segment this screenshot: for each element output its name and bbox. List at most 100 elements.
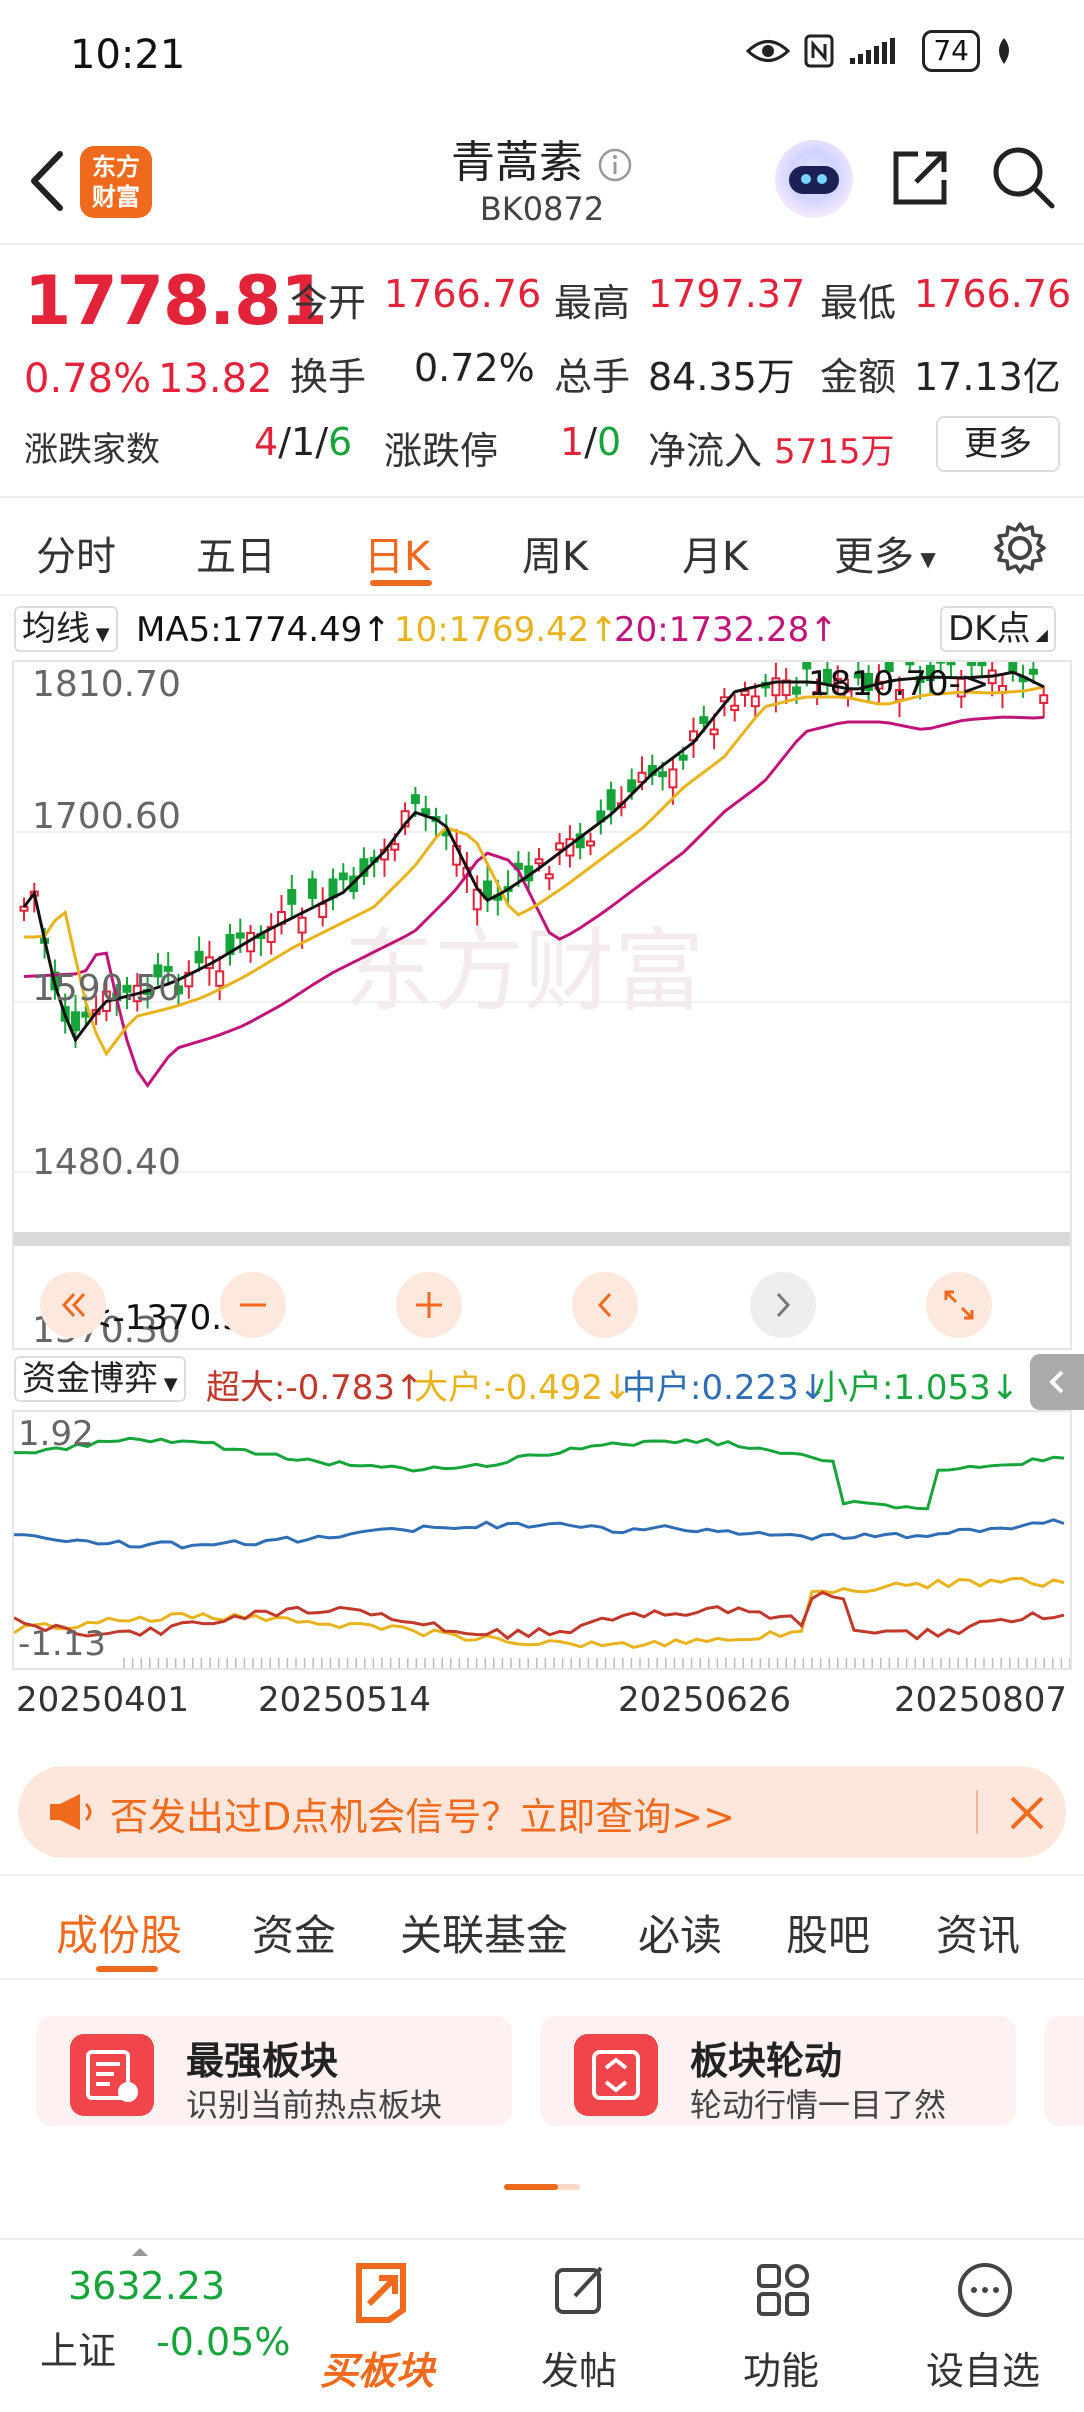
candle — [606, 789, 616, 811]
share-icon[interactable] — [888, 146, 952, 210]
fullscreen-button[interactable] — [926, 1272, 992, 1338]
candle — [534, 858, 544, 865]
x-label-2: 20250514 — [258, 1680, 432, 1720]
medium-flow-line — [14, 1518, 1065, 1550]
dropdown-arrow-icon: ▼ — [914, 547, 936, 571]
scroll-right-button[interactable] — [750, 1272, 816, 1338]
candle — [792, 686, 801, 695]
fund-flow-chart[interactable]: 1.92 -1.13 — [12, 1410, 1072, 1670]
section-tabs: 成份股 资金 关联基金 必读 股吧 资讯 — [0, 1874, 1084, 1980]
limit-label: 涨跌停 — [384, 429, 499, 473]
candle — [215, 970, 225, 987]
zoom-out-button[interactable] — [220, 1272, 286, 1338]
change-amount: 13.82 — [158, 356, 273, 402]
flow-y-bottom: -1.13 — [18, 1624, 106, 1664]
search-icon[interactable] — [990, 144, 1056, 210]
x-label-1: 20250401 — [16, 1680, 190, 1720]
post-button[interactable]: 发帖 — [504, 2240, 654, 2412]
battery-indicator: 74 — [922, 30, 980, 72]
zoom-in-button[interactable] — [396, 1272, 462, 1338]
tab-funds[interactable]: 资金 — [252, 1902, 336, 1963]
small-flow-line — [14, 1436, 1065, 1511]
scroll-track[interactable] — [14, 1232, 1070, 1246]
edit-icon — [555, 2266, 603, 2314]
stock-header: 东方 财富 青蒿素 BK0872 — [0, 110, 1084, 245]
amount-label: 金额 — [820, 355, 897, 399]
banner-text: 否发出过D点机会信号？立即查询>> — [110, 1795, 735, 1839]
candle — [936, 662, 946, 664]
candle — [658, 771, 668, 778]
low-value: 1766.76 — [914, 272, 1072, 316]
candle — [1028, 668, 1038, 675]
tab-monthly-k[interactable]: 月K — [682, 524, 748, 582]
candle — [421, 808, 431, 816]
tab-intraday[interactable]: 分时 — [36, 524, 116, 582]
card-strongest-sector[interactable]: 最强板块 识别当前热点板块 — [36, 2016, 512, 2126]
buy-sector-button[interactable]: 买板块 — [302, 2240, 452, 2412]
turnover-value: 0.72% — [414, 346, 535, 390]
large-flow-line — [14, 1576, 1065, 1649]
fund-flow-row: 资金博弈 ▼ 超大:-0.783↑ 大户:-0.492↓ 中户:0.223↓ 小… — [0, 1354, 1084, 1410]
candle — [730, 704, 740, 712]
ma-indicator-row: 均线 ▼ MA5:1774.49↑ 10:1769.42↑ 20:1732.28… — [0, 600, 1084, 656]
fund-flow-svg — [14, 1436, 1070, 1668]
high-value: 1797.37 — [648, 272, 806, 316]
index-value: 3632.23 — [68, 2264, 226, 2308]
tab-five-day[interactable]: 五日 — [196, 524, 276, 582]
card-peek[interactable] — [1044, 2016, 1084, 2126]
open-label: 今开 — [290, 281, 367, 325]
promo-banner[interactable]: 否发出过D点机会信号？立即查询>> — [18, 1766, 1066, 1858]
sector-rotation-icon — [574, 2034, 658, 2116]
card-sector-rotation[interactable]: 板块轮动 轮动行情一目了然 — [540, 2016, 1016, 2126]
scroll-left-fast-button[interactable] — [40, 1272, 106, 1338]
functions-button[interactable]: 功能 — [706, 2240, 856, 2412]
candle — [71, 1011, 80, 1032]
candle — [390, 843, 400, 851]
candle — [297, 916, 307, 934]
settings-gear-icon[interactable] — [992, 520, 1048, 576]
tab-constituents[interactable]: 成份股 — [56, 1902, 182, 1963]
add-watchlist-button[interactable]: 设自选 — [908, 2240, 1058, 2412]
grid-icon — [757, 2264, 809, 2316]
scroll-left-button[interactable] — [572, 1272, 638, 1338]
candle — [555, 842, 565, 851]
dk-point-toggle[interactable]: DK点 ◢ — [940, 606, 1056, 652]
tab-must-read[interactable]: 必读 — [638, 1902, 722, 1963]
tab-news[interactable]: 资讯 — [936, 1902, 1020, 1963]
kline-chart[interactable]: 东方财富 1810.70 1700.60 1590.50 1480.40 137… — [12, 660, 1072, 1351]
info-icon[interactable] — [597, 147, 633, 183]
limit-counts: 1/0 — [560, 420, 622, 464]
close-icon[interactable] — [1008, 1794, 1046, 1832]
low-label: 最低 — [820, 281, 897, 325]
high-label: 最高 — [554, 281, 631, 325]
y-label-1: 1810.70 — [32, 664, 181, 705]
updown-label: 涨跌家数 — [24, 430, 160, 470]
tab-more[interactable]: 更多 ▼ — [834, 524, 936, 582]
change-percent: 0.78% — [24, 356, 152, 402]
buy-sector-icon — [356, 2263, 406, 2323]
tab-daily-k[interactable]: 日K — [364, 524, 430, 582]
collapse-panel-button[interactable] — [1030, 1354, 1084, 1410]
fund-flow-selector[interactable]: 资金博弈 ▼ — [14, 1356, 186, 1402]
tab-weekly-k[interactable]: 周K — [522, 524, 588, 582]
amount-value: 17.13亿 — [914, 355, 1061, 399]
more-quote-button[interactable]: 更多 — [936, 416, 1060, 472]
plus-icon — [416, 1292, 442, 1318]
card-subtitle: 轮动行情一目了然 — [690, 2086, 947, 2124]
candle — [338, 872, 348, 881]
candle — [318, 902, 328, 918]
ma-selector[interactable]: 均线 ▼ — [14, 606, 118, 652]
candle — [544, 873, 554, 880]
x-label-4: 20250807 — [894, 1680, 1068, 1720]
candle — [740, 689, 750, 696]
tab-forum[interactable]: 股吧 — [786, 1902, 870, 1963]
tab-related-funds[interactable]: 关联基金 — [400, 1902, 568, 1963]
status-bar: 10:21 74 — [0, 0, 1084, 110]
y-label-2: 1700.60 — [32, 796, 181, 837]
ai-assistant-icon[interactable] — [775, 140, 853, 218]
leaf-icon — [999, 38, 1009, 64]
minus-icon — [240, 1303, 266, 1307]
high-marker: 1810.70-> — [808, 664, 990, 704]
x-axis-ticks — [123, 1658, 1070, 1668]
carousel-indicator — [504, 2184, 580, 2190]
